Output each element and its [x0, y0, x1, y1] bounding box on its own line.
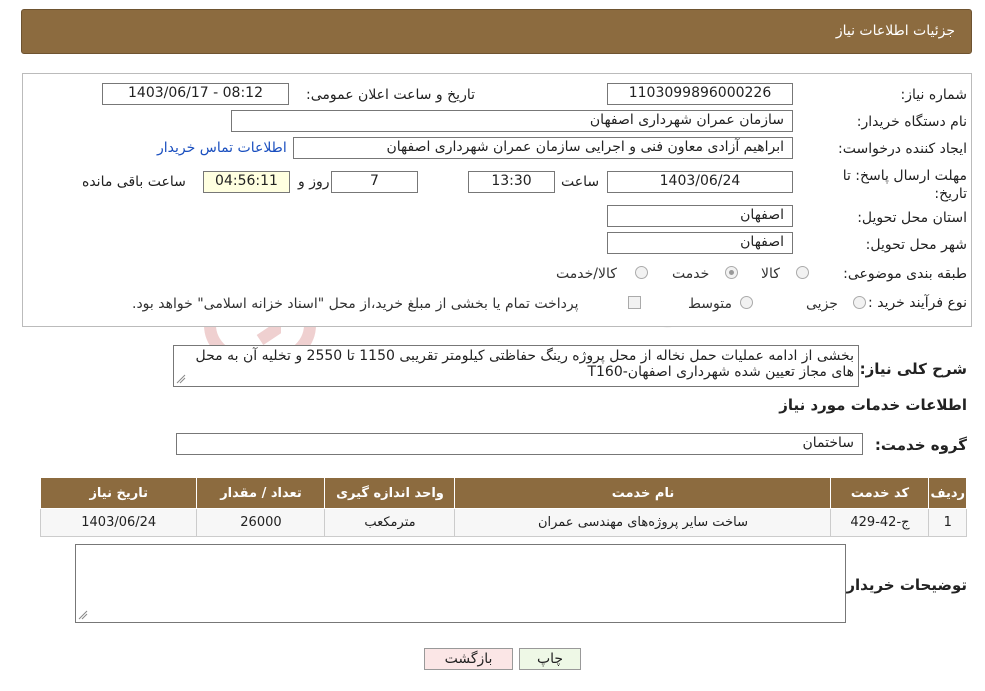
process-option-medium: متوسط [688, 296, 732, 312]
col-service-name: نام خدمت [454, 477, 832, 509]
announce-date-label: تاریخ و ساعت اعلان عمومی: [306, 87, 475, 103]
category-radio-service[interactable] [725, 266, 738, 279]
col-quantity: تعداد / مقدار [196, 477, 326, 509]
deadline-label: مهلت ارسال پاسخ: تا تاریخ: [842, 168, 967, 202]
col-need-date: تاریخ نیاز [39, 477, 198, 509]
category-label: طبقه بندی موضوعی: [843, 266, 967, 282]
cell-unit: مترمکعب [324, 508, 456, 537]
page-title: جزئیات اطلاعات نیاز [835, 23, 955, 39]
services-table: ردیف کد خدمت نام خدمت واحد اندازه گیری ت… [39, 477, 967, 537]
page-header: جزئیات اطلاعات نیاز [21, 9, 972, 54]
category-option-goods-service: کالا/خدمت [556, 266, 617, 282]
creator-field: ابراهیم آزادی معاون فنی و اجرایی سازمان … [293, 137, 793, 159]
deadline-time-label: ساعت [561, 174, 600, 190]
category-radio-goods[interactable] [796, 266, 809, 279]
process-radio-minor[interactable] [853, 296, 866, 309]
creator-label: ایجاد کننده درخواست: [838, 141, 967, 157]
process-radio-medium[interactable] [740, 296, 753, 309]
category-option-service: خدمت [672, 266, 710, 282]
col-unit: واحد اندازه گیری [324, 477, 456, 509]
need-number-field: 1103099896000226 [607, 83, 793, 105]
services-section-title: اطلاعات خدمات مورد نیاز [779, 396, 967, 414]
days-field: 7 [331, 171, 418, 193]
cell-quantity: 26000 [196, 508, 326, 537]
description-label: شرح کلی نیاز: [859, 360, 967, 378]
buyer-notes-textarea[interactable] [75, 544, 846, 623]
treasury-note: پرداخت تمام یا بخشی از مبلغ خرید،از محل … [132, 296, 579, 312]
city-field: اصفهان [607, 232, 793, 254]
cell-need-date: 1403/06/24 [39, 508, 198, 537]
resize-handle-icon[interactable] [176, 374, 186, 384]
city-label: شهر محل تحویل: [865, 237, 967, 253]
description-textarea: بخشی از ادامه عملیات حمل نخاله از محل پر… [173, 345, 859, 387]
service-group-field: ساختمان [176, 433, 863, 455]
category-radio-goods-service[interactable] [635, 266, 648, 279]
table-row: 1 ج-42-429 ساخت سایر پروژه‌های مهندسی عم… [39, 508, 967, 537]
need-number-label: شماره نیاز: [900, 87, 968, 103]
buyer-org-label: نام دستگاه خریدار: [856, 114, 967, 130]
province-label: استان محل تحویل: [857, 210, 967, 226]
table-header-row: ردیف کد خدمت نام خدمت واحد اندازه گیری ت… [39, 477, 967, 509]
col-row-number: ردیف [928, 477, 967, 509]
category-option-goods: کالا [761, 266, 780, 282]
remaining-time-field: 04:56:11 [203, 171, 290, 193]
print-button[interactable]: چاپ [519, 648, 581, 670]
cell-service-code: ج-42-429 [830, 508, 930, 537]
buyer-contact-link[interactable]: اطلاعات تماس خریدار [157, 140, 287, 156]
deadline-date-field: 1403/06/24 [607, 171, 793, 193]
buyer-notes-label: توضیحات خریدار: [840, 576, 967, 594]
province-field: اصفهان [607, 205, 793, 227]
deadline-time-field: 13:30 [468, 171, 555, 193]
process-option-minor: جزیی [806, 296, 838, 312]
remaining-time-label: ساعت باقی مانده [82, 174, 186, 190]
cell-row-number: 1 [928, 508, 967, 537]
days-label: روز و [298, 174, 330, 190]
back-button[interactable]: بازگشت [424, 648, 513, 670]
cell-service-name: ساخت سایر پروژه‌های مهندسی عمران [454, 508, 832, 537]
col-service-code: کد خدمت [830, 477, 930, 509]
service-group-label: گروه خدمت: [874, 436, 967, 454]
resize-handle-icon[interactable] [78, 610, 88, 620]
process-label: نوع فرآیند خرید : [868, 295, 967, 311]
buyer-org-field: سازمان عمران شهرداری اصفهان [231, 110, 793, 132]
description-text: بخشی از ادامه عملیات حمل نخاله از محل پر… [195, 348, 854, 380]
announce-date-field: 1403/06/17 - 08:12 [102, 83, 289, 105]
treasury-checkbox[interactable] [628, 296, 641, 309]
